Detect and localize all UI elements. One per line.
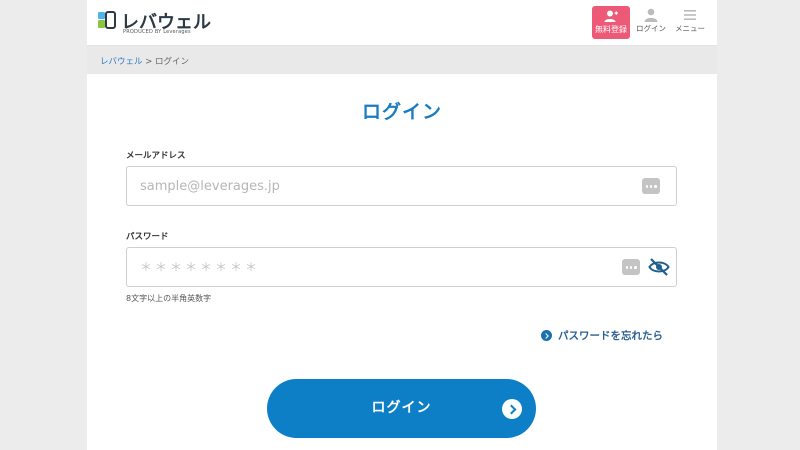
password-manager-icon[interactable] — [642, 178, 660, 194]
login-submit-button[interactable]: ログイン — [267, 379, 536, 438]
password-field-wrapper — [126, 247, 677, 287]
site-header: レバウェル PRODUCED BY Leverages 無料登録 ログイン メニ… — [87, 0, 717, 46]
header-menu-button[interactable]: メニュー — [671, 8, 709, 34]
free-register-label: 無料登録 — [595, 25, 627, 34]
breadcrumb-separator: > — [142, 57, 156, 67]
forgot-password-link[interactable]: パスワードを忘れたら — [541, 328, 663, 343]
password-hint: 8文字以上の半角英数字 — [126, 294, 212, 303]
header-login-button[interactable]: ログイン — [633, 8, 669, 34]
header-menu-label: メニュー — [675, 24, 705, 33]
hamburger-menu-icon — [684, 10, 696, 20]
chevron-right-circle-icon — [541, 330, 552, 341]
password-manager-icon[interactable] — [622, 259, 640, 275]
free-register-button[interactable]: 無料登録 — [592, 6, 630, 39]
user-icon — [644, 8, 658, 22]
arrow-right-circle-icon — [502, 399, 522, 419]
password-label: パスワード — [126, 232, 169, 242]
eye-off-icon[interactable] — [648, 257, 670, 277]
breadcrumb-current: ログイン — [155, 57, 190, 67]
add-user-icon — [604, 10, 618, 22]
password-field[interactable] — [127, 248, 676, 286]
email-field-wrapper — [126, 166, 677, 206]
page-title: ログイン — [361, 101, 442, 123]
forgot-password-label: パスワードを忘れたら — [558, 330, 663, 342]
logo-subtext: PRODUCED BY Leverages — [123, 29, 191, 35]
header-login-label: ログイン — [636, 24, 666, 33]
email-field[interactable] — [127, 167, 676, 205]
email-label: メールアドレス — [126, 151, 186, 161]
breadcrumb-home-link[interactable]: レバウェル — [100, 57, 143, 67]
breadcrumb-bar: レバウェル > ログイン — [87, 46, 717, 74]
breadcrumb: レバウェル > ログイン — [100, 55, 189, 67]
login-submit-label: ログイン — [371, 400, 432, 416]
logo-mark-icon — [98, 11, 116, 29]
